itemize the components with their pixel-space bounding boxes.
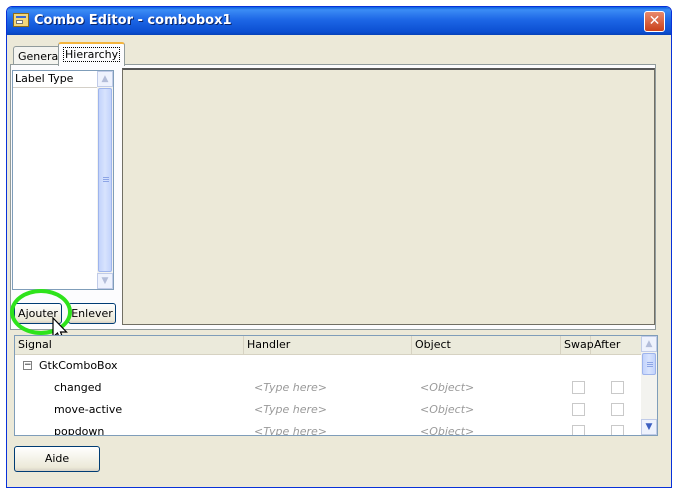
signal-group-row[interactable]: − GtkComboBox (15, 355, 641, 377)
scrollbar-thumb[interactable] (98, 88, 112, 272)
scrollbar-thumb[interactable] (642, 353, 656, 375)
scroll-up-icon[interactable]: ▲ (641, 336, 657, 352)
signal-row[interactable]: move-active <Type here> <Object> (15, 399, 641, 421)
after-checkbox[interactable] (611, 425, 624, 435)
signals-header: Signal Handler Object Swap After (15, 336, 641, 355)
scroll-down-icon[interactable]: ▼ (641, 419, 657, 435)
remove-button-label: Enlever (71, 307, 113, 320)
after-checkbox[interactable] (611, 403, 624, 416)
handler-field[interactable]: <Type here> (254, 421, 327, 435)
signal-row[interactable]: changed <Type here> <Object> (15, 377, 641, 399)
signal-name: popdown (54, 425, 105, 436)
label-list-scrollbar[interactable]: ▲ ▼ (97, 71, 113, 289)
remove-button[interactable]: Enlever (68, 303, 116, 324)
label-type-header[interactable]: Label Type (13, 71, 99, 88)
combo-preview-area (122, 68, 655, 325)
window-title: Combo Editor - combobox1 (34, 13, 232, 28)
after-checkbox[interactable] (611, 381, 624, 394)
col-signal[interactable]: Signal (15, 336, 244, 354)
signal-name: move-active (54, 403, 123, 416)
signal-group-label: GtkComboBox (39, 359, 118, 372)
handler-field[interactable]: <Type here> (254, 399, 327, 421)
label-type-list[interactable]: Label Type ▲ ▼ (12, 70, 114, 290)
scrollbar-grip (647, 362, 653, 367)
combo-editor-icon (13, 13, 29, 27)
collapse-icon[interactable]: − (23, 361, 32, 370)
help-button[interactable]: Aide (14, 446, 100, 472)
swap-checkbox[interactable] (572, 403, 585, 416)
scroll-down-icon[interactable]: ▼ (97, 273, 113, 289)
col-object[interactable]: Object (412, 336, 561, 354)
col-handler[interactable]: Handler (244, 336, 412, 354)
col-swap[interactable]: Swap (561, 336, 594, 354)
signals-table[interactable]: Signal Handler Object Swap After − GtkCo… (14, 335, 658, 436)
scroll-up-icon[interactable]: ▲ (97, 71, 113, 87)
scrollbar-grip (103, 177, 109, 182)
object-field[interactable]: <Object> (420, 377, 474, 399)
title-bar[interactable]: Combo Editor - combobox1 ✕ (7, 7, 671, 35)
col-after[interactable]: After (591, 336, 641, 354)
object-field[interactable]: <Object> (420, 421, 474, 435)
signals-scrollbar[interactable]: ▲ ▼ (641, 336, 657, 435)
tab-hierarchy-label: Hierarchy (63, 47, 121, 62)
swap-checkbox[interactable] (572, 381, 585, 394)
signal-name: changed (54, 381, 102, 394)
handler-field[interactable]: <Type here> (254, 377, 327, 399)
help-button-label: Aide (44, 452, 70, 465)
swap-checkbox[interactable] (572, 425, 585, 435)
tab-hierarchy[interactable]: Hierarchy (58, 42, 126, 66)
object-field[interactable]: <Object> (420, 399, 474, 421)
tab-general-label: General (18, 50, 62, 63)
close-icon: ✕ (648, 13, 661, 29)
close-button[interactable]: ✕ (644, 11, 665, 32)
signal-row[interactable]: popdown <Type here> <Object> (15, 421, 641, 436)
